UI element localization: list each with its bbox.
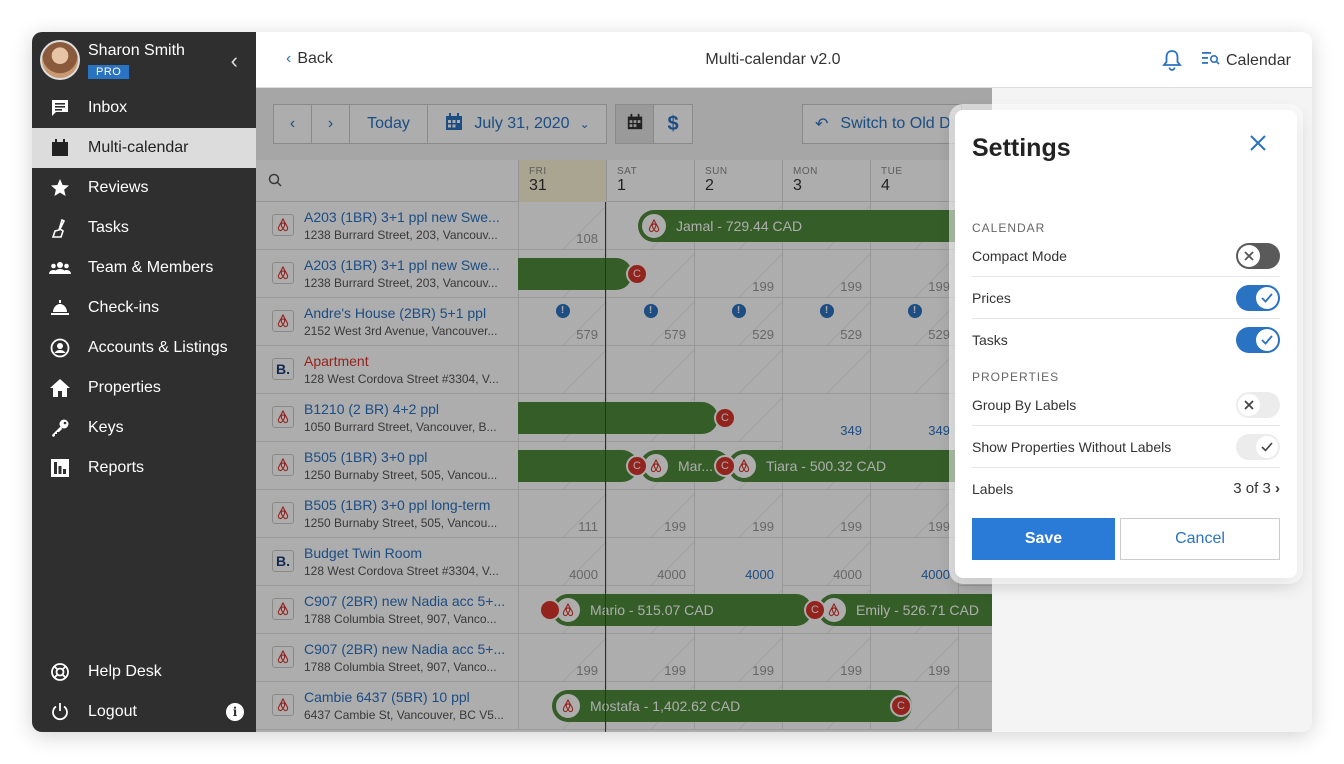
- top-header: ‹ Back Multi-calendar v2.0 Calendar: [256, 32, 1312, 88]
- show-without-labels-toggle[interactable]: [1236, 434, 1280, 460]
- section-properties: PROPERTIES: [972, 370, 1060, 384]
- labels-row[interactable]: Labels 3 of 3 ›: [972, 468, 1280, 510]
- compact-mode-label: Compact Mode: [972, 247, 1067, 264]
- user-profile[interactable]: Sharon Smith PRO ‹: [40, 40, 248, 88]
- sidebar-item-reviews[interactable]: Reviews: [32, 168, 256, 208]
- group-by-labels-label: Group By Labels: [972, 396, 1077, 413]
- settings-title: Settings: [972, 134, 1071, 162]
- compact-mode-toggle[interactable]: [1236, 243, 1280, 269]
- check-icon: [1256, 436, 1278, 458]
- team-icon: [32, 258, 88, 278]
- star-icon: [32, 178, 88, 198]
- labels-value-wrap: 3 of 3 ›: [1233, 480, 1280, 497]
- chevron-right-icon: ›: [1275, 480, 1280, 497]
- sidebar-item-tasks[interactable]: Tasks: [32, 208, 256, 248]
- sidebar-item-reports[interactable]: Reports: [32, 448, 256, 488]
- calendar-view-label: Calendar: [1226, 51, 1291, 69]
- reports-icon: [32, 458, 88, 478]
- avatar: [40, 40, 80, 80]
- sidebar-item-logout[interactable]: Logout i: [32, 692, 256, 732]
- bell-desk-icon: [32, 298, 88, 318]
- tasks-row: Tasks: [972, 319, 1280, 361]
- sidebar-item-label: Team & Members: [88, 259, 214, 276]
- tasks-label: Tasks: [972, 332, 1008, 348]
- x-icon: [1238, 394, 1260, 416]
- broom-icon: [32, 218, 88, 238]
- sidebar-item-team[interactable]: Team & Members: [32, 248, 256, 288]
- sidebar-item-label: Logout: [88, 703, 137, 720]
- notification-bell-icon[interactable]: [1162, 49, 1182, 76]
- tasks-toggle[interactable]: [1236, 327, 1280, 353]
- user-name: Sharon Smith: [88, 42, 185, 59]
- compact-mode-row: Compact Mode: [972, 235, 1280, 277]
- pro-badge: PRO: [88, 65, 130, 79]
- sidebar-item-keys[interactable]: Keys: [32, 408, 256, 448]
- sidebar-item-properties[interactable]: Properties: [32, 368, 256, 408]
- cancel-button[interactable]: Cancel: [1120, 518, 1280, 560]
- sidebar-item-label: Help Desk: [88, 663, 162, 680]
- check-icon: [1256, 287, 1278, 309]
- sidebar-item-label: Tasks: [88, 219, 129, 236]
- modal-backdrop[interactable]: [256, 88, 992, 732]
- calendar-view-button[interactable]: Calendar: [1202, 50, 1291, 71]
- settings-panel: Settings CALENDAR Compact Mode Prices Ta…: [955, 110, 1297, 578]
- labels-value: 3 of 3: [1233, 480, 1271, 497]
- close-icon[interactable]: [1249, 134, 1267, 157]
- group-by-labels-row: Group By Labels: [972, 384, 1280, 426]
- sidebar-item-label: Check-ins: [88, 299, 160, 316]
- sidebar-item-label: Reviews: [88, 179, 149, 196]
- sidebar-item-label: Multi-calendar: [88, 139, 189, 156]
- x-icon: [1238, 245, 1260, 267]
- sidebar-item-label: Accounts & Listings: [88, 339, 228, 356]
- sidebar-item-inbox[interactable]: Inbox: [32, 88, 256, 128]
- section-calendar: CALENDAR: [972, 221, 1046, 235]
- prices-toggle[interactable]: [1236, 285, 1280, 311]
- show-without-labels-label: Show Properties Without Labels: [972, 438, 1172, 455]
- group-by-labels-toggle[interactable]: [1236, 392, 1280, 418]
- sidebar-item-label: Properties: [88, 379, 161, 396]
- labels-label: Labels: [972, 481, 1014, 497]
- check-icon: [1256, 329, 1278, 351]
- inbox-icon: [32, 98, 88, 118]
- page-title: Multi-calendar v2.0: [705, 51, 841, 68]
- power-icon: [32, 702, 88, 722]
- calendar-icon: [32, 138, 88, 158]
- sidebar-item-multi-calendar[interactable]: Multi-calendar: [32, 128, 256, 168]
- sidebar-item-label: Inbox: [88, 99, 128, 116]
- sidebar-item-check-ins[interactable]: Check-ins: [32, 288, 256, 328]
- key-icon: [32, 418, 88, 438]
- sidebar: Sharon Smith PRO ‹ Inbox Multi-calendar …: [32, 32, 256, 732]
- show-without-labels-row: Show Properties Without Labels: [972, 426, 1280, 468]
- lifebuoy-icon: [32, 662, 88, 682]
- list-search-icon: [1202, 50, 1220, 71]
- collapse-sidebar-icon[interactable]: ‹: [231, 48, 238, 74]
- prices-label: Prices: [972, 289, 1011, 306]
- home-icon: [32, 378, 88, 398]
- sidebar-item-accounts[interactable]: Accounts & Listings: [32, 328, 256, 368]
- save-button[interactable]: Save: [972, 518, 1115, 560]
- prices-row: Prices: [972, 277, 1280, 319]
- account-icon: [32, 338, 88, 358]
- sidebar-item-help-desk[interactable]: Help Desk: [32, 652, 256, 692]
- info-icon[interactable]: i: [226, 703, 244, 721]
- sidebar-item-label: Reports: [88, 459, 145, 476]
- app-window: Sharon Smith PRO ‹ Inbox Multi-calendar …: [32, 32, 1312, 732]
- sidebar-item-label: Keys: [88, 419, 124, 436]
